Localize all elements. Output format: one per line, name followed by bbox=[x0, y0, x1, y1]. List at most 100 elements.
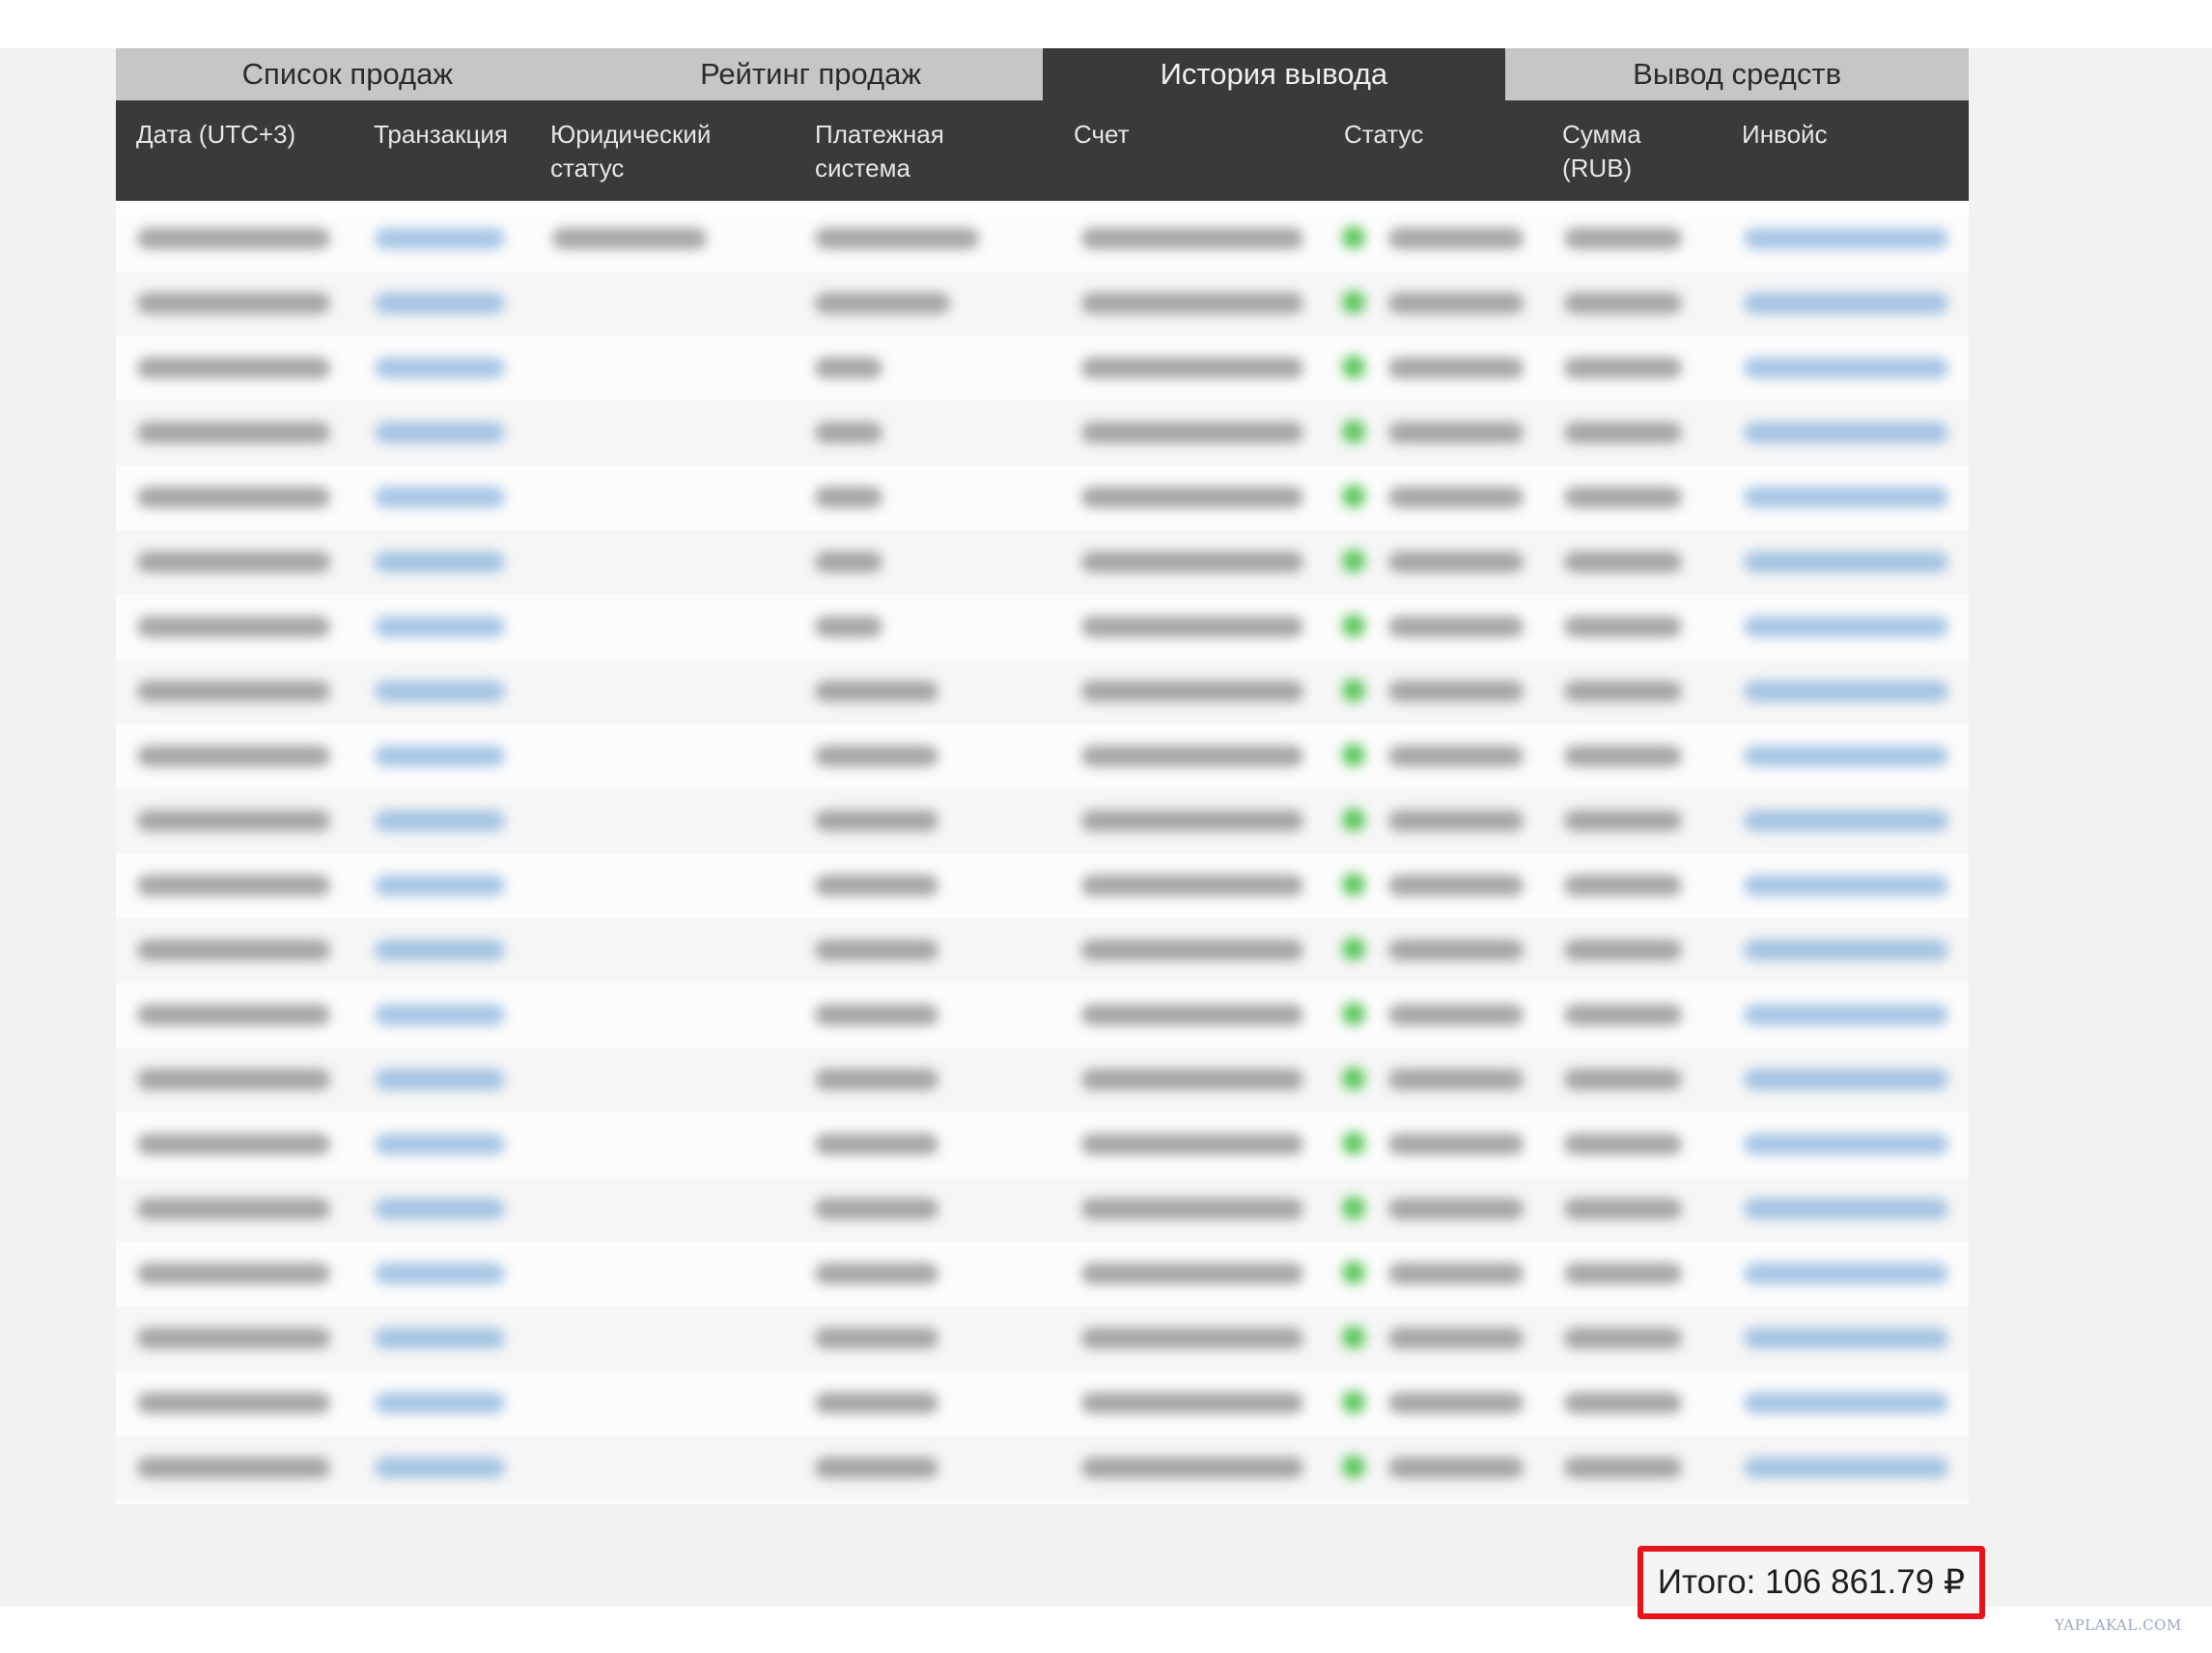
column-header-payment-system[interactable]: Платежная система bbox=[815, 118, 944, 185]
blurred-link[interactable] bbox=[375, 681, 505, 702]
blurred-text bbox=[137, 1004, 330, 1025]
blurred-link[interactable] bbox=[375, 1457, 505, 1478]
table-row[interactable] bbox=[116, 336, 1969, 401]
blurred-text bbox=[815, 228, 979, 249]
blurred-text bbox=[1564, 939, 1682, 961]
blurred-link[interactable] bbox=[375, 1134, 505, 1155]
blurred-text bbox=[1564, 422, 1682, 443]
tab-sales-list[interactable]: Список продаж bbox=[116, 48, 579, 100]
blurred-text bbox=[815, 1328, 938, 1349]
blurred-link[interactable] bbox=[1744, 551, 1948, 573]
blurred-text bbox=[1564, 1198, 1682, 1219]
blurred-link[interactable] bbox=[375, 1328, 505, 1349]
blurred-link[interactable] bbox=[1744, 745, 1948, 767]
blurred-text bbox=[1388, 293, 1524, 314]
column-header-invoice[interactable]: Инвойс bbox=[1742, 118, 1828, 152]
blurred-link[interactable] bbox=[375, 422, 505, 443]
blurred-link[interactable] bbox=[1744, 1392, 1948, 1414]
status-dot-icon bbox=[1342, 355, 1365, 378]
tab-withdrawal-history[interactable]: История вывода bbox=[1042, 48, 1506, 100]
blurred-link[interactable] bbox=[375, 1198, 505, 1219]
blurred-text bbox=[1564, 875, 1682, 896]
column-header-status[interactable]: Статус bbox=[1344, 118, 1423, 152]
blurred-text bbox=[137, 1263, 330, 1284]
blurred-link[interactable] bbox=[1744, 875, 1948, 896]
blurred-link[interactable] bbox=[375, 1069, 505, 1090]
blurred-link[interactable] bbox=[1744, 422, 1948, 443]
table-row[interactable] bbox=[116, 207, 1969, 271]
blurred-link[interactable] bbox=[1744, 616, 1948, 637]
blurred-link[interactable] bbox=[1744, 1328, 1948, 1349]
blurred-link[interactable] bbox=[375, 551, 505, 573]
blurred-link[interactable] bbox=[375, 293, 505, 314]
blurred-link[interactable] bbox=[1744, 810, 1948, 831]
column-header-account[interactable]: Счет bbox=[1074, 118, 1130, 152]
table-row[interactable] bbox=[116, 1048, 1969, 1112]
blurred-link[interactable] bbox=[375, 875, 505, 896]
blurred-link[interactable] bbox=[375, 745, 505, 767]
blurred-text bbox=[1081, 1134, 1303, 1155]
blurred-link[interactable] bbox=[1744, 487, 1948, 508]
table-row[interactable] bbox=[116, 530, 1969, 595]
table-row[interactable] bbox=[116, 789, 1969, 854]
blurred-text bbox=[1081, 293, 1303, 314]
blurred-link[interactable] bbox=[1744, 228, 1948, 249]
blurred-link[interactable] bbox=[1744, 1004, 1948, 1025]
status-dot-icon bbox=[1342, 420, 1365, 443]
blurred-link[interactable] bbox=[375, 1392, 505, 1414]
column-header-transaction[interactable]: Транзакция bbox=[374, 118, 508, 152]
blurred-link[interactable] bbox=[1744, 1198, 1948, 1219]
blurred-text bbox=[1388, 1263, 1524, 1284]
table-row[interactable] bbox=[116, 918, 1969, 983]
table-row[interactable] bbox=[116, 1177, 1969, 1242]
blurred-link[interactable] bbox=[375, 487, 505, 508]
blurred-text bbox=[137, 745, 330, 767]
blurred-link[interactable] bbox=[1744, 357, 1948, 378]
blurred-link[interactable] bbox=[375, 616, 505, 637]
blurred-link[interactable] bbox=[1744, 1069, 1948, 1090]
blurred-link[interactable] bbox=[375, 1004, 505, 1025]
blurred-link[interactable] bbox=[375, 1263, 505, 1284]
table-row[interactable] bbox=[116, 983, 1969, 1048]
blurred-link[interactable] bbox=[1744, 681, 1948, 702]
blurred-text bbox=[137, 551, 330, 573]
blurred-link[interactable] bbox=[1744, 1457, 1948, 1478]
table-row[interactable] bbox=[116, 854, 1969, 918]
blurred-link[interactable] bbox=[375, 228, 505, 249]
blurred-link[interactable] bbox=[375, 810, 505, 831]
table-row[interactable] bbox=[116, 1306, 1969, 1371]
blurred-text bbox=[1081, 228, 1303, 249]
blurred-text bbox=[137, 1457, 330, 1478]
table-row[interactable] bbox=[116, 1112, 1969, 1177]
table-row[interactable] bbox=[116, 401, 1969, 465]
column-header-legal-status[interactable]: Юридический статус bbox=[550, 118, 711, 185]
status-dot-icon bbox=[1342, 549, 1365, 573]
blurred-link[interactable] bbox=[1744, 293, 1948, 314]
blurred-text bbox=[137, 875, 330, 896]
table-row[interactable] bbox=[116, 1242, 1969, 1306]
blurred-text bbox=[1081, 1069, 1303, 1090]
blurred-link[interactable] bbox=[1744, 1263, 1948, 1284]
column-header-date[interactable]: Дата (UTC+3) bbox=[136, 118, 295, 152]
blurred-link[interactable] bbox=[375, 357, 505, 378]
blurred-link[interactable] bbox=[1744, 1134, 1948, 1155]
blurred-text bbox=[815, 1134, 938, 1155]
table-row[interactable] bbox=[116, 1371, 1969, 1436]
status-dot-icon bbox=[1342, 1196, 1365, 1219]
tab-sales-rating[interactable]: Рейтинг продаж bbox=[579, 48, 1043, 100]
table-row[interactable] bbox=[116, 271, 1969, 336]
status-dot-icon bbox=[1342, 291, 1365, 314]
tab-withdraw-funds[interactable]: Вывод средств bbox=[1505, 48, 1969, 100]
table-row[interactable] bbox=[116, 659, 1969, 724]
table-row[interactable] bbox=[116, 724, 1969, 789]
table-row[interactable] bbox=[116, 595, 1969, 659]
blurred-text bbox=[137, 1392, 330, 1414]
blurred-text bbox=[137, 810, 330, 831]
table-row[interactable] bbox=[116, 1436, 1969, 1500]
table-row[interactable] bbox=[116, 465, 1969, 530]
column-header-amount[interactable]: Сумма (RUB) bbox=[1562, 118, 1641, 185]
blurred-text bbox=[1564, 745, 1682, 767]
blurred-link[interactable] bbox=[375, 939, 505, 961]
blurred-text bbox=[1564, 616, 1682, 637]
blurred-link[interactable] bbox=[1744, 939, 1948, 961]
